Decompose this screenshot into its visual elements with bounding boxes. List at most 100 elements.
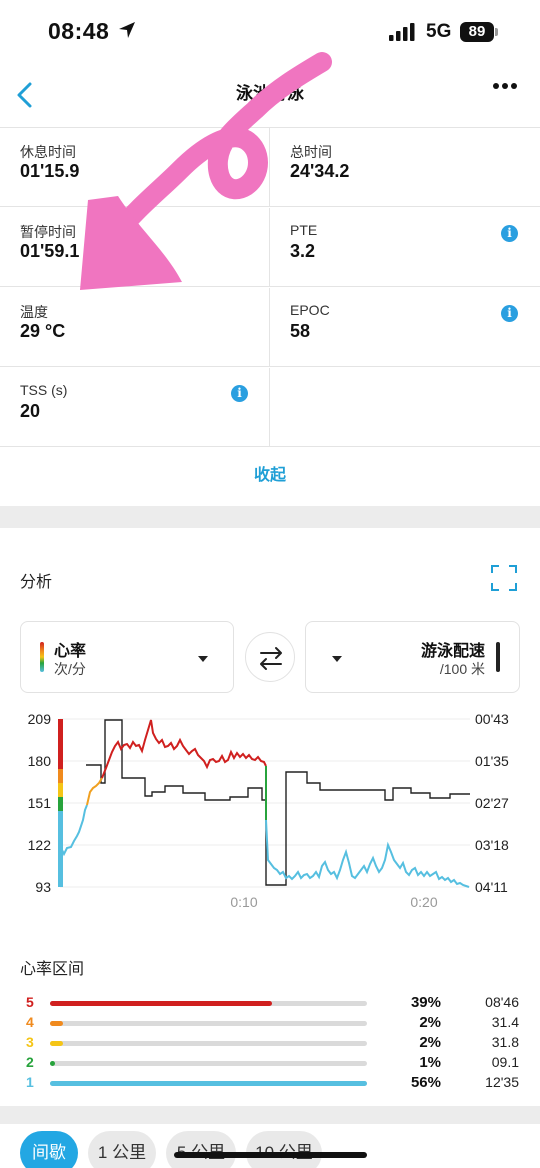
swap-button[interactable]	[245, 632, 295, 682]
info-icon[interactable]: i	[231, 385, 248, 402]
heart-rate-low-segment	[61, 804, 88, 857]
zone-time: 12'35	[485, 1074, 519, 1090]
heart-rate-high-segment	[101, 719, 267, 779]
selector-main-label: 游泳配速	[420, 643, 485, 660]
hr-zones-title: 心率区间	[20, 961, 85, 978]
y-tick-label: 93	[35, 879, 51, 895]
section-divider	[0, 506, 540, 528]
y-tick-label: 04'11	[475, 879, 508, 895]
battery-nub	[495, 28, 498, 36]
zone-number: 5	[26, 994, 34, 1010]
zone-row: 2 1% 09.1	[0, 1054, 540, 1074]
zone-time: 09.1	[491, 1054, 519, 1070]
zone-number: 4	[26, 1014, 34, 1030]
y-tick-label: 00'43	[475, 711, 509, 727]
zone-percent: 56%	[410, 1074, 441, 1091]
tab-10km[interactable]: 10 公里	[246, 1131, 322, 1168]
y-right-ticks: 00'43 01'35 02'27 03'18 04'11	[475, 711, 509, 895]
zone-time: 31.8	[491, 1034, 519, 1050]
caret-down-icon	[332, 656, 342, 662]
zone-number: 2	[26, 1054, 34, 1070]
metric-value: 24'34.2	[290, 161, 350, 181]
metric-value: 3.2	[290, 241, 316, 261]
x-tick-label: 0:10	[230, 894, 257, 910]
zone-number: 3	[26, 1034, 34, 1050]
heart-rate-mid-segment	[86, 777, 103, 806]
network-type: 5G	[426, 21, 452, 42]
metric-pte: PTE 3.2 i	[270, 208, 540, 287]
zone-number: 1	[26, 1074, 34, 1090]
location-arrow-icon	[119, 22, 135, 38]
swap-arrows-icon	[260, 647, 282, 670]
zone-fill-bar	[50, 1061, 55, 1066]
selector-sub-label: 次/分	[54, 661, 86, 677]
zone-track	[50, 1081, 367, 1086]
metric-label: TSS (s)	[20, 382, 68, 398]
zone-track	[50, 1041, 367, 1046]
tab-interval[interactable]: 间歇	[20, 1131, 78, 1168]
zone-fill-bar	[50, 1001, 272, 1006]
zone-fill-bar	[50, 1041, 63, 1046]
zone-row: 3 2% 31.8	[0, 1034, 540, 1054]
zone-time: 31.4	[491, 1014, 519, 1030]
metric-label: 温度	[20, 304, 48, 320]
metric-label: 总时间	[290, 144, 332, 160]
y-tick-label: 209	[28, 711, 52, 727]
y-tick-label: 01'35	[475, 753, 509, 769]
selector-main-label: 心率	[54, 643, 87, 660]
analysis-title: 分析	[20, 574, 53, 591]
tab-5km[interactable]: 5 公里	[166, 1131, 236, 1168]
status-bar: 08:48 5G 89	[0, 0, 540, 64]
zone-percent: 2%	[419, 1014, 441, 1031]
metric-empty	[270, 368, 540, 447]
zone-time: 08'46	[485, 994, 519, 1010]
metric-rest-time: 休息时间 01'15.9	[0, 128, 270, 207]
metric-value: 01'59.1	[20, 241, 80, 261]
zone-2-axis-segment	[58, 797, 63, 811]
zone-1-axis-segment	[58, 811, 63, 887]
zone-row: 5 39% 08'46	[0, 994, 540, 1014]
analysis-chart[interactable]: 209 180 151 122 93 00'43 01'35 02'27 03'…	[0, 700, 540, 920]
info-icon[interactable]: i	[501, 305, 518, 322]
zone-percent: 1%	[419, 1054, 441, 1071]
selector-sub-label: /100 米	[439, 661, 485, 677]
zone-5-axis-segment	[58, 719, 63, 769]
metric-pause-time: 暂停时间 01'59.1	[0, 208, 270, 287]
collapse-button[interactable]: 收起	[0, 446, 540, 506]
zone-row: 4 2% 31.4	[0, 1014, 540, 1034]
caret-down-icon	[198, 656, 208, 662]
zone-fill-bar	[50, 1021, 63, 1026]
x-ticks: 0:10 0:20	[230, 894, 437, 910]
split-tabs: 间歇 1 公里 5 公里 10 公里	[0, 1124, 540, 1168]
battery-icon: 89	[460, 22, 494, 42]
zone-4-axis-segment	[58, 769, 63, 783]
metric-label: PTE	[290, 222, 318, 238]
metric-value: 58	[290, 321, 311, 341]
pace-color-bar	[496, 642, 500, 672]
metric-selector-right[interactable]: 游泳配速 /100 米	[305, 621, 520, 693]
metric-selector-left[interactable]: 心率 次/分	[20, 621, 234, 693]
metric-total-time: 总时间 24'34.2	[270, 128, 540, 207]
zone-percent: 39%	[410, 994, 441, 1011]
zone-track	[50, 1001, 367, 1006]
x-tick-label: 0:20	[410, 894, 437, 910]
zone-3-axis-segment	[58, 783, 63, 797]
y-tick-label: 180	[28, 753, 52, 769]
info-icon[interactable]: i	[501, 225, 518, 242]
metric-label: 休息时间	[20, 144, 76, 160]
heart-rate-rest-segment	[265, 819, 470, 888]
status-time: 08:48	[48, 18, 110, 44]
metric-epoc: EPOC 58 i	[270, 288, 540, 367]
more-dots-icon[interactable]	[492, 82, 518, 90]
metric-temperature: 温度 29 °C	[0, 288, 270, 367]
fullscreen-icon[interactable]	[490, 564, 518, 592]
metric-value: 29 °C	[20, 321, 66, 341]
heart-rate-color-bar	[40, 642, 44, 672]
zone-fill-bar	[50, 1081, 367, 1086]
nav-bar: 泳池游泳	[0, 64, 540, 128]
zone-percent: 2%	[419, 1034, 441, 1051]
tab-1km[interactable]: 1 公里	[88, 1131, 156, 1168]
y-left-ticks: 209 180 151 122 93	[28, 711, 52, 895]
y-tick-label: 03'18	[475, 837, 509, 853]
metric-value: 01'15.9	[20, 161, 80, 181]
